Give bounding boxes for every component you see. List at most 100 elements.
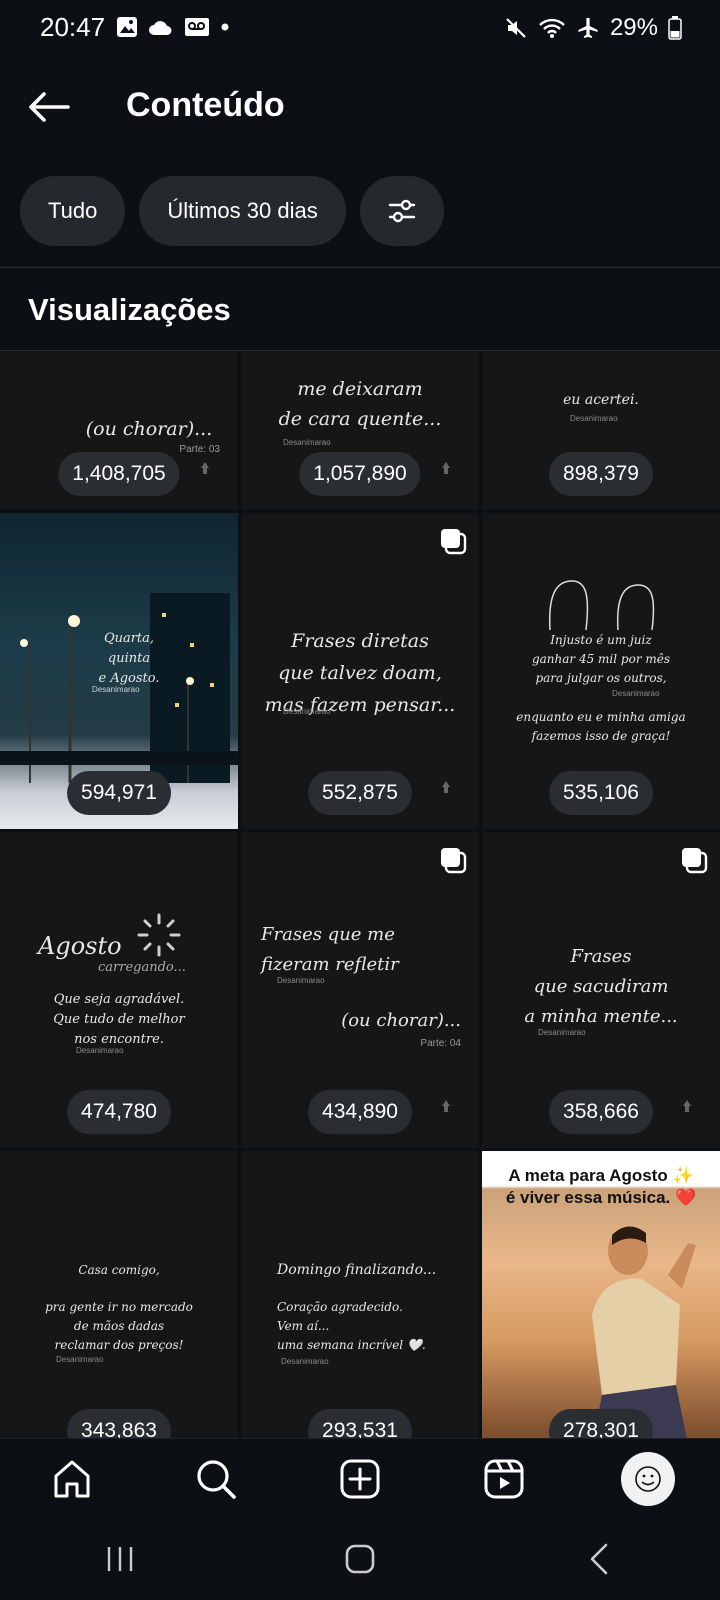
- system-navigation-bar: [0, 1518, 720, 1600]
- tile-handle: Desanimarao: [277, 976, 325, 985]
- gallery-icon: [117, 17, 137, 37]
- tile-caption: Frases diretas que talvez doam, mas faze…: [264, 630, 456, 716]
- view-count: 434,890: [308, 1090, 412, 1134]
- nav-create[interactable]: [325, 1444, 395, 1514]
- content-tile[interactable]: Frases que sacudiram a minha mente... De…: [482, 832, 720, 1148]
- tile-caption-subtitle: carregando...: [98, 960, 186, 975]
- content-tile[interactable]: (ou chorar)... Parte: 03 1,408,705: [0, 352, 238, 510]
- section-title: Visualizações: [28, 292, 231, 327]
- system-status-icons: 29%: [504, 14, 682, 42]
- tile-handle: Desanimarao: [283, 438, 331, 447]
- tile-caption: Frases que me fizeram refletir: [261, 924, 399, 975]
- view-count: 552,875: [308, 771, 412, 815]
- tile-caption: Domingo finalizando... Coração agradecid…: [277, 1262, 437, 1352]
- content-tile[interactable]: Domingo finalizando... Coração agradecid…: [241, 1151, 479, 1438]
- mute-icon: [506, 18, 526, 38]
- back-button[interactable]: [24, 82, 74, 132]
- tile-caption: eu acertei.: [563, 392, 639, 408]
- page-title: Conteúdo: [126, 86, 285, 124]
- carousel-icon: [441, 529, 467, 555]
- content-tile[interactable]: eu acertei. Desanimarao 898,379: [482, 352, 720, 510]
- create-post-icon: [340, 1459, 380, 1498]
- home-button-icon[interactable]: [340, 1539, 380, 1579]
- content-tile[interactable]: Injusto é um juiz ganhar 45 mil por mês …: [482, 513, 720, 829]
- carousel-icon: [682, 848, 708, 874]
- status-time: 20:47: [40, 12, 106, 42]
- tile-caption: me deixaram de cara quente...: [278, 378, 442, 430]
- status-bar: 20:47 29%: [0, 0, 720, 56]
- content-tile[interactable]: Casa comigo, pra gente ir no mercado de …: [0, 1151, 238, 1438]
- tile-handle: Desanimarao: [570, 414, 618, 423]
- airplane-icon: [578, 18, 598, 38]
- battery-icon: [668, 16, 682, 40]
- nav-profile[interactable]: [613, 1444, 683, 1514]
- content-tile[interactable]: Frases que me fizeram refletir Desanimar…: [241, 832, 479, 1148]
- boost-icon: [442, 1100, 450, 1112]
- tile-handle: Desanimarao: [76, 1046, 124, 1055]
- content-grid: (ou chorar)... Parte: 03 1,408,705 me de…: [0, 352, 720, 1438]
- content-tile[interactable]: Quarta, quinta e Agosto. Desanimarao 594…: [0, 513, 238, 829]
- tile-caption: Injusto é um juiz ganhar 45 mil por mês …: [516, 633, 686, 743]
- nav-search[interactable]: [181, 1444, 251, 1514]
- content-tile[interactable]: Agosto carregando... Que seja agradável.…: [0, 832, 238, 1148]
- view-count: 1,057,890: [299, 452, 421, 496]
- filter-settings-button[interactable]: [359, 176, 444, 246]
- view-count: 474,780: [67, 1090, 171, 1134]
- content-tile[interactable]: A meta para Agosto ✨ é viver essa música…: [482, 1151, 720, 1438]
- view-count: 1,408,705: [58, 452, 180, 496]
- system-back-icon[interactable]: [580, 1539, 620, 1579]
- home-icon: [54, 1460, 90, 1497]
- tile-handle: Desanimarao: [612, 689, 660, 698]
- battery-percent: 29%: [609, 14, 658, 41]
- content-tile[interactable]: Frases diretas que talvez doam, mas faze…: [241, 513, 479, 829]
- boost-icon: [201, 462, 209, 474]
- tile-handle: Desanimarao: [283, 707, 331, 716]
- nav-reels[interactable]: [469, 1444, 539, 1514]
- carousel-icon: [441, 848, 467, 874]
- tile-handle: Desanimarao: [56, 1355, 104, 1364]
- tile-caption: Que seja agradável. Que tudo de melhor n…: [53, 992, 185, 1047]
- dot-icon: [221, 23, 229, 31]
- smiley-face-icon: [635, 1465, 661, 1492]
- filter-chips: Tudo Últimos 30 dias: [20, 176, 444, 246]
- divider: [0, 267, 720, 268]
- view-count: 343,863: [67, 1409, 171, 1438]
- tile-caption-title: Agosto: [38, 932, 122, 960]
- divider: [0, 350, 720, 351]
- search-icon: [197, 1459, 236, 1499]
- view-count: 278,301: [549, 1409, 653, 1438]
- view-count: 358,666: [549, 1090, 653, 1134]
- nav-home[interactable]: [37, 1444, 107, 1514]
- avatar: [621, 1451, 675, 1506]
- tile-part-label: Parte: 03: [179, 444, 220, 455]
- doodle-illustration: [548, 580, 655, 631]
- boost-icon: [442, 781, 450, 793]
- tile-part-label: Parte: 04: [420, 1038, 461, 1049]
- tile-handle: Desanimarao: [281, 1357, 329, 1366]
- tile-caption: Casa comigo, pra gente ir no mercado de …: [45, 1263, 193, 1352]
- sliders-icon: [388, 199, 415, 223]
- tile-handle: Desanimarao: [538, 1028, 586, 1037]
- reels-icon: [484, 1459, 524, 1498]
- back-arrow-icon: [29, 92, 70, 122]
- tile-caption-tail: (ou chorar)...: [341, 1010, 461, 1031]
- tile-handle: Desanimarao: [92, 685, 140, 694]
- filter-chip-all[interactable]: Tudo: [20, 176, 126, 246]
- loading-spinner-icon: [137, 913, 181, 957]
- tile-caption-video: A meta para Agosto ✨ é viver essa música…: [505, 1166, 697, 1207]
- notification-icons: [116, 16, 230, 38]
- tile-caption: (ou chorar)...: [85, 418, 213, 440]
- content-tile[interactable]: me deixaram de cara quente... Desanimara…: [241, 352, 479, 510]
- tile-caption: Quarta, quinta e Agosto.: [98, 631, 160, 686]
- wifi-icon: [539, 18, 565, 38]
- person-praying-image: [592, 1226, 696, 1438]
- top-app-bar: Conteúdo: [0, 60, 720, 160]
- voicemail-icon: [185, 18, 209, 36]
- cloud-icon: [149, 21, 172, 35]
- recent-apps-icon[interactable]: [100, 1543, 140, 1575]
- boost-icon: [683, 1100, 691, 1112]
- bottom-navigation: [0, 1438, 720, 1518]
- view-count: 594,971: [67, 771, 171, 815]
- boost-icon: [442, 462, 450, 474]
- filter-chip-date-range[interactable]: Últimos 30 dias: [139, 176, 346, 246]
